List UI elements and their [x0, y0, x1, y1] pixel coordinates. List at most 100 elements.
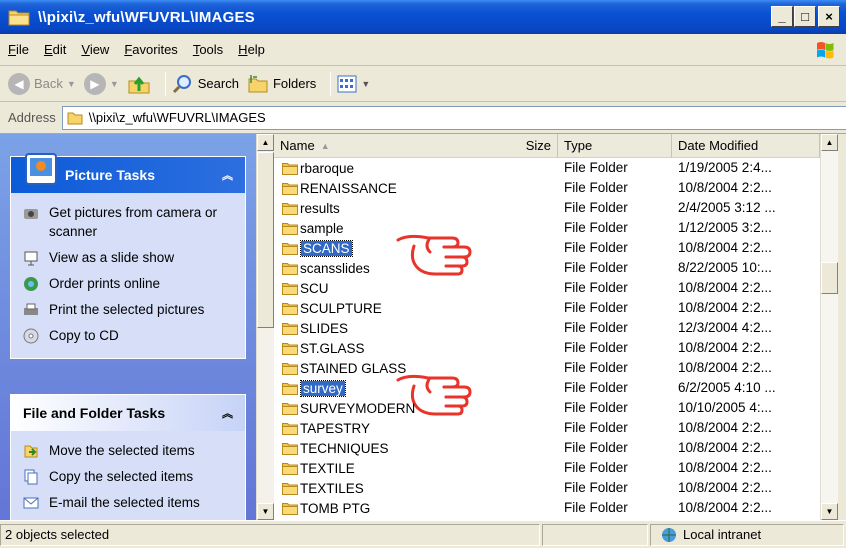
scroll-up-button[interactable]: ▲	[821, 134, 838, 151]
file-name-cell[interactable]: TECHNIQUES	[282, 439, 389, 457]
file-name: TECHNIQUES	[300, 440, 389, 456]
file-type: File Folder	[564, 460, 628, 475]
file-name-cell[interactable]: survey	[282, 379, 346, 397]
file-date: 10/8/2004 2:2...	[678, 340, 772, 355]
list-item[interactable]: survey File Folder 6/2/2005 4:10 ...	[274, 374, 820, 416]
file-name-cell[interactable]: SLIDES	[282, 319, 348, 337]
list-item[interactable]: TOMB PTG File Folder 10/8/2004 2:2...	[274, 498, 820, 518]
file-name-cell[interactable]: TOMB PTG	[282, 499, 370, 517]
up-folder-button[interactable]	[127, 73, 151, 95]
task-copy-items[interactable]: Copy the selected items	[23, 467, 233, 486]
file-date: 6/2/2005 4:10 ...	[678, 380, 776, 395]
scroll-up-button[interactable]: ▲	[257, 134, 274, 151]
views-button[interactable]: ▼	[337, 74, 370, 94]
file-name: TAPESTRY	[300, 420, 371, 436]
list-item[interactable]: sample File Folder 1/12/2005 3:2...	[274, 218, 820, 238]
file-name-cell[interactable]: TEXTILE	[282, 459, 355, 477]
list-item[interactable]: results File Folder 2/4/2005 3:12 ...	[274, 198, 820, 218]
file-name-cell[interactable]: SCULPTURE	[282, 299, 382, 317]
menu-edit[interactable]: Edit	[44, 42, 66, 57]
menu-file[interactable]: File	[8, 42, 29, 57]
list-item[interactable]: rbaroque File Folder 1/19/2005 2:4...	[274, 158, 820, 178]
menu-help[interactable]: Help	[238, 42, 265, 57]
status-selection: 2 objects selected	[0, 523, 540, 546]
task-pane-scrollbar[interactable]: ▲ ▼	[256, 134, 274, 520]
list-item[interactable]: scansslides File Folder 8/22/2005 10:...	[274, 258, 820, 278]
back-button[interactable]: ◀ Back ▼	[8, 72, 76, 95]
task-get-pictures[interactable]: Get pictures from camera or scanner	[23, 203, 233, 241]
menu-view[interactable]: View	[81, 42, 109, 57]
list-item[interactable]: SURVEYMODERN File Folder 10/10/2005 4:..…	[274, 398, 820, 418]
task-print-pictures[interactable]: Print the selected pictures	[23, 300, 233, 319]
collapse-chevron-icon[interactable]: ︽	[222, 405, 233, 421]
status-bar: 2 objects selected Local intranet	[0, 520, 846, 548]
list-item[interactable]: TECHNIQUES File Folder 10/8/2004 2:2...	[274, 438, 820, 458]
address-field[interactable]: \\pixi\z_wfu\WFUVRL\IMAGES ▼	[61, 105, 846, 130]
scroll-down-button[interactable]: ▼	[821, 503, 838, 520]
task-order-prints[interactable]: Order prints online	[23, 274, 233, 293]
list-item[interactable]: SCANS File Folder 10/8/2004 2:2...	[274, 234, 820, 276]
file-name-cell[interactable]: ST.GLASS	[282, 339, 365, 357]
forward-button[interactable]: ▶ ▼	[83, 72, 119, 95]
list-item[interactable]: STAINED GLASS File Folder 10/8/2004 2:2.…	[274, 358, 820, 378]
file-list-scrollbar[interactable]: ▲ ▼	[820, 134, 838, 520]
list-item[interactable]: TEXTILES File Folder 10/8/2004 2:2...	[274, 478, 820, 498]
file-type: File Folder	[564, 420, 628, 435]
scroll-thumb[interactable]	[257, 152, 274, 328]
task-slide-show[interactable]: View as a slide show	[23, 248, 233, 267]
file-name-cell[interactable]: TAPESTRY	[282, 419, 370, 437]
column-size[interactable]: Size	[514, 134, 558, 158]
file-name-cell[interactable]: RENAISSANCE	[282, 179, 397, 197]
task-copy-cd[interactable]: Copy to CD	[23, 326, 233, 345]
list-item[interactable]: SCULPTURE File Folder 10/8/2004 2:2...	[274, 298, 820, 318]
file-type: File Folder	[564, 400, 628, 415]
minimize-button[interactable]: _	[771, 6, 793, 27]
menu-tools[interactable]: Tools	[193, 42, 223, 57]
list-item[interactable]: ST.GLASS File Folder 10/8/2004 2:2...	[274, 338, 820, 358]
views-dropdown-icon[interactable]: ▼	[361, 79, 370, 89]
folders-button[interactable]: Folders	[247, 74, 316, 94]
collapse-chevron-icon[interactable]: ︽	[222, 167, 233, 183]
scroll-thumb[interactable]	[821, 262, 838, 294]
search-button[interactable]: Search	[172, 73, 239, 95]
file-date: 10/8/2004 2:2...	[678, 300, 772, 315]
file-name-cell[interactable]: SCANS	[282, 239, 353, 257]
back-label: Back	[34, 76, 63, 91]
file-name-cell[interactable]: SCU	[282, 279, 329, 297]
task-email-items[interactable]: E-mail the selected items	[23, 493, 233, 512]
maximize-button[interactable]: □	[794, 6, 816, 27]
folder-icon	[282, 262, 298, 275]
file-name-cell[interactable]: TEXTILES	[282, 479, 364, 497]
menu-favorites[interactable]: Favorites	[124, 42, 177, 57]
scroll-down-button[interactable]: ▼	[257, 503, 274, 520]
folder-icon	[282, 362, 298, 375]
title-bar[interactable]: \\pixi\z_wfu\WFUVRL\IMAGES _ □ ×	[0, 0, 846, 34]
list-item[interactable]: RENAISSANCE File Folder 10/8/2004 2:2...	[274, 178, 820, 198]
file-name: ST.GLASS	[300, 340, 365, 356]
picture-tasks-header[interactable]: Picture Tasks ︽	[11, 153, 245, 193]
list-item[interactable]: SCU File Folder 10/8/2004 2:2...	[274, 278, 820, 298]
file-name-cell[interactable]: SURVEYMODERN	[282, 399, 415, 417]
forward-dropdown-icon[interactable]: ▼	[110, 79, 119, 89]
close-button[interactable]: ×	[818, 6, 840, 27]
file-type: File Folder	[564, 440, 628, 455]
task-move-items[interactable]: Move the selected items	[23, 441, 233, 460]
file-folder-tasks-header[interactable]: File and Folder Tasks ︽	[11, 395, 245, 431]
picture-tasks-icon	[25, 153, 57, 185]
column-date-label: Date Modified	[678, 138, 759, 153]
file-name-cell[interactable]: scansslides	[282, 259, 370, 277]
list-item[interactable]: SLIDES File Folder 12/3/2004 4:2...	[274, 318, 820, 338]
back-dropdown-icon[interactable]: ▼	[67, 79, 76, 89]
file-name-cell[interactable]: STAINED GLASS	[282, 359, 406, 377]
folder-icon	[282, 442, 298, 455]
file-name-cell[interactable]: results	[282, 199, 340, 217]
list-item[interactable]: TAPESTRY File Folder 10/8/2004 2:2...	[274, 418, 820, 438]
file-name: sample	[300, 220, 344, 236]
column-type[interactable]: Type	[558, 134, 672, 158]
column-date-modified[interactable]: Date Modified	[672, 134, 820, 158]
file-name-cell[interactable]: sample	[282, 219, 344, 237]
list-item[interactable]: TEXTILE File Folder 10/8/2004 2:2...	[274, 458, 820, 478]
file-name-cell[interactable]: rbaroque	[282, 159, 354, 177]
local-intranet-icon	[662, 527, 676, 542]
task-label: Move the selected items	[49, 443, 195, 458]
